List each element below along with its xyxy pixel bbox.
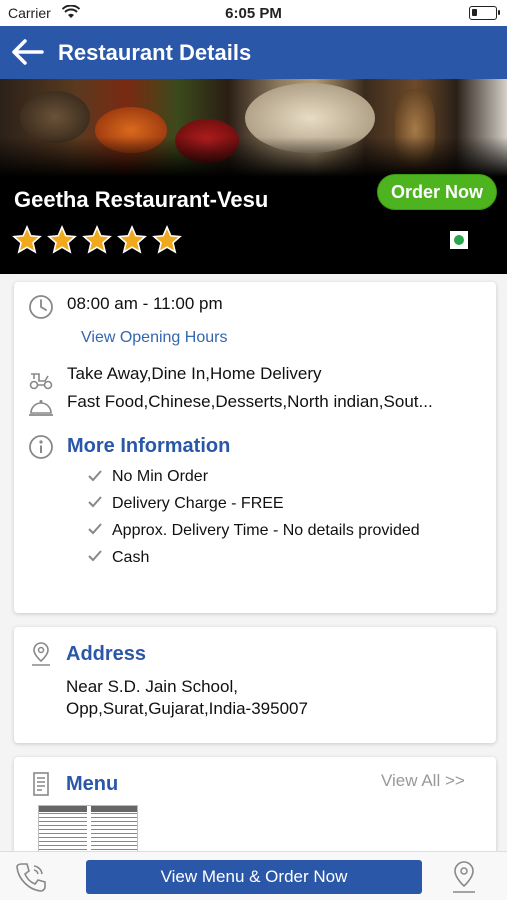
view-menu-order-button[interactable]: View Menu & Order Now: [86, 860, 422, 894]
address-title: Address: [66, 643, 147, 665]
star-icon: [47, 225, 77, 254]
more-information-title: More Information: [67, 435, 231, 457]
menu-document-icon: [33, 772, 49, 796]
star-icon: [12, 225, 42, 254]
view-all-menu-link[interactable]: View All >>: [381, 771, 465, 791]
address-line-2: Opp,Surat,Gujarat,India-395007: [66, 699, 308, 718]
detail-item: Approx. Delivery Time - No details provi…: [112, 522, 420, 539]
restaurant-info-card: 08:00 am - 11:00 pm View Opening Hours T…: [14, 282, 496, 613]
page-title: Restaurant Details: [58, 40, 252, 65]
delivery-scooter-icon: [29, 373, 53, 390]
clock-icon: [29, 295, 53, 319]
back-arrow-icon[interactable]: [10, 36, 46, 68]
address-line-1: Near S.D. Jain School,: [66, 677, 238, 696]
menu-title: Menu: [66, 773, 119, 795]
detail-item: Cash: [112, 549, 150, 566]
star-icon: [117, 225, 147, 254]
restaurant-hero: Geetha Restaurant-Vesu Order Now: [0, 79, 507, 274]
detail-item: Delivery Charge - FREE: [112, 495, 284, 512]
nav-bar: Restaurant Details: [0, 26, 507, 79]
detail-item: No Min Order: [112, 468, 209, 485]
map-pin-icon[interactable]: [450, 860, 478, 894]
veg-indicator-icon: [450, 231, 468, 249]
restaurant-cover-image: [0, 79, 507, 177]
opening-hours: 08:00 am - 11:00 pm: [67, 294, 223, 313]
bottom-action-bar: View Menu & Order Now: [0, 851, 507, 900]
check-icon: [88, 550, 102, 562]
location-pin-icon: [32, 642, 50, 666]
battery-icon: [469, 6, 500, 20]
rating-stars: [12, 225, 187, 255]
star-icon: [152, 225, 182, 254]
status-bar: Carrier 6:05 PM: [0, 0, 507, 26]
star-icon: [82, 225, 112, 254]
cuisine-list: Fast Food,Chinese,Desserts,North indian,…: [67, 392, 433, 411]
check-icon: [88, 523, 102, 535]
check-icon: [88, 496, 102, 508]
restaurant-name: Geetha Restaurant-Vesu: [14, 187, 269, 212]
phone-call-icon[interactable]: [14, 860, 48, 894]
food-cloche-icon: [29, 400, 53, 416]
clock: 6:05 PM: [225, 5, 282, 22]
check-icon: [88, 470, 102, 482]
view-opening-hours-link[interactable]: View Opening Hours: [81, 329, 227, 347]
address-card: Address Near S.D. Jain School, Opp,Surat…: [14, 627, 496, 743]
info-icon: [29, 435, 53, 459]
order-now-button[interactable]: Order Now: [377, 174, 497, 210]
service-types: Take Away,Dine In,Home Delivery: [67, 364, 322, 383]
